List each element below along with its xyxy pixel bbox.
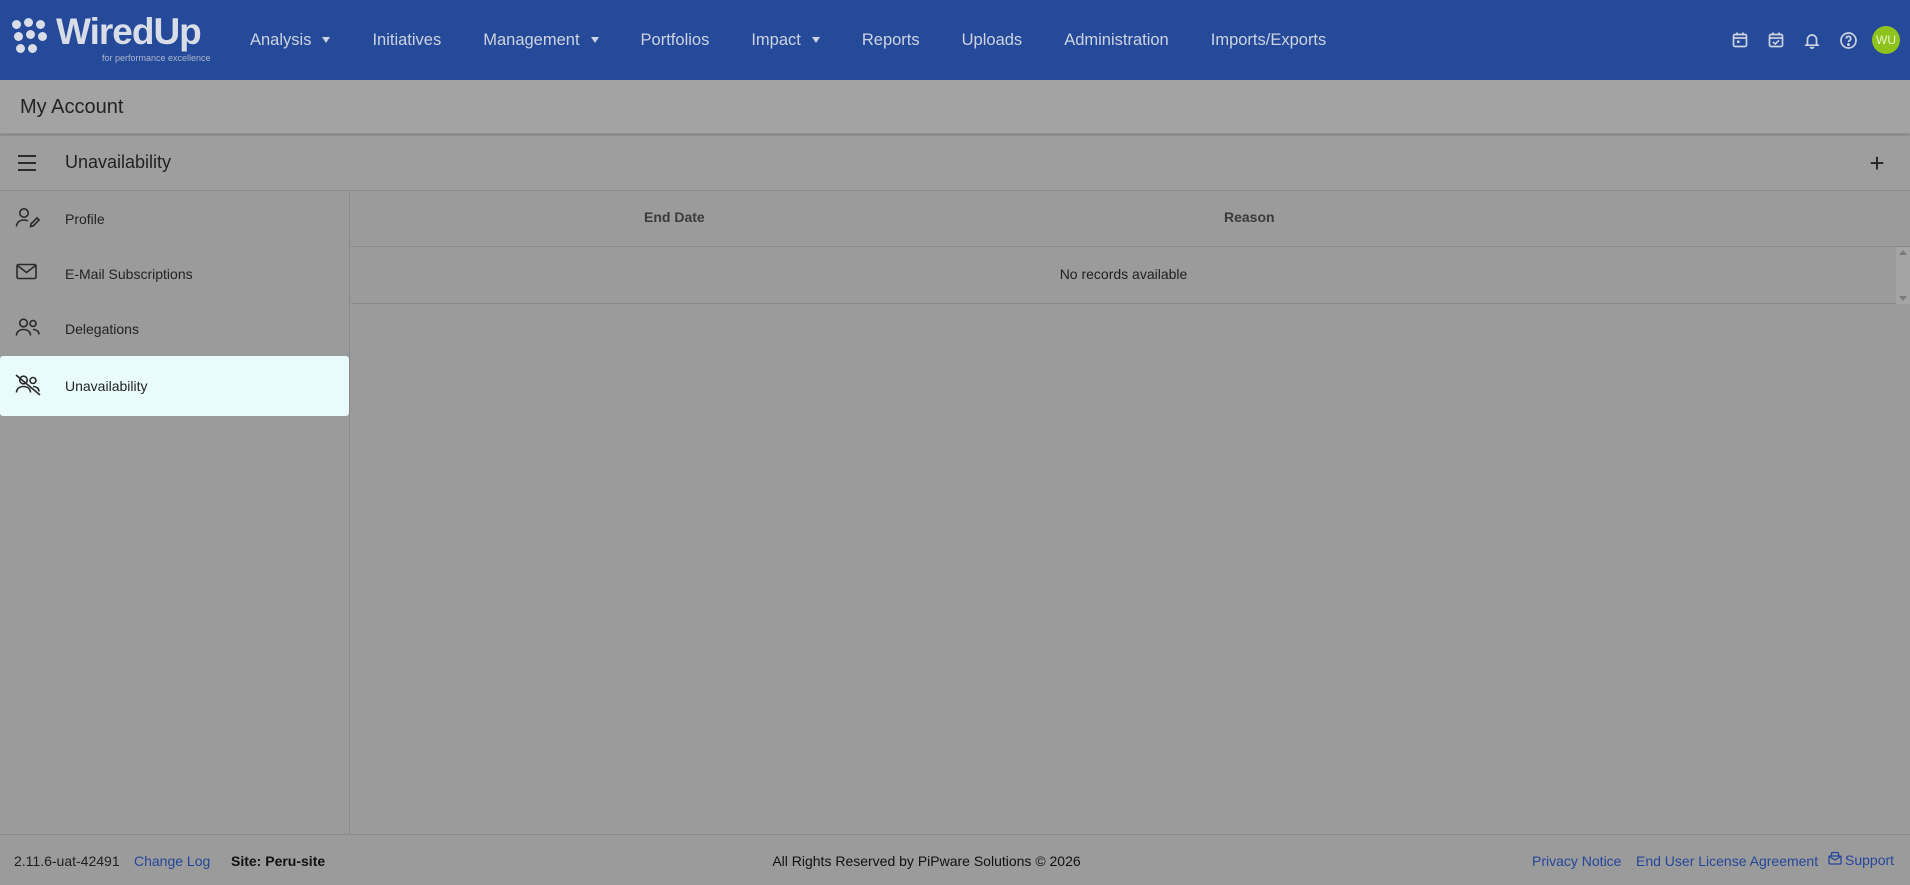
page-header: My Account bbox=[0, 80, 1910, 134]
top-icons: WU bbox=[1722, 0, 1910, 80]
support-icon bbox=[1828, 851, 1842, 868]
mail-icon bbox=[15, 262, 39, 286]
caret-down-icon bbox=[811, 37, 820, 43]
footer: 2.11.6-uat-42491 Change Log Site: Peru-s… bbox=[0, 834, 1910, 885]
logo-text: WiredUp bbox=[56, 11, 202, 52]
nav-imports-exports[interactable]: Imports/Exports bbox=[1190, 0, 1348, 80]
add-button[interactable]: + bbox=[1862, 148, 1892, 178]
nav-management[interactable]: Management bbox=[462, 0, 619, 80]
hamburger-menu-icon[interactable] bbox=[14, 150, 40, 176]
section-toolbar: Unavailability + bbox=[0, 136, 1910, 191]
bell-icon[interactable] bbox=[1794, 22, 1830, 58]
unavailability-grid: End Date Reason No records available bbox=[351, 191, 1910, 834]
sidebar-item-profile[interactable]: Profile bbox=[0, 191, 349, 246]
nav-administration[interactable]: Administration bbox=[1043, 0, 1190, 80]
nav-analysis[interactable]: Analysis bbox=[229, 0, 351, 80]
caret-down-icon bbox=[322, 37, 331, 43]
avatar[interactable]: WU bbox=[1872, 26, 1900, 54]
sidebar-item-label: E-Mail Subscriptions bbox=[65, 265, 193, 282]
logo-dots-icon bbox=[12, 18, 52, 58]
account-sidebar: Profile E-Mail Subscriptions Delegations… bbox=[0, 191, 350, 834]
caret-down-icon bbox=[590, 37, 599, 43]
section-title: Unavailability bbox=[65, 152, 172, 172]
sidebar-item-label: Unavailability bbox=[65, 378, 148, 394]
page-title: My Account bbox=[20, 96, 124, 118]
sidebar-item-unavailability[interactable]: Unavailability bbox=[0, 356, 349, 416]
wiredup-logo[interactable]: WiredUp for performance excellence bbox=[12, 11, 217, 66]
privacy-notice-link[interactable]: Privacy Notice bbox=[1532, 853, 1621, 869]
sidebar-item-email-subscriptions[interactable]: E-Mail Subscriptions bbox=[0, 246, 349, 301]
nav-uploads[interactable]: Uploads bbox=[941, 0, 1044, 80]
grid-body: No records available bbox=[351, 247, 1910, 304]
calendar-check-icon[interactable] bbox=[1758, 22, 1794, 58]
sidebar-item-label: Profile bbox=[65, 210, 105, 227]
main-nav: Analysis Initiatives Management Portfoli… bbox=[229, 0, 1347, 80]
nav-portfolios[interactable]: Portfolios bbox=[620, 0, 731, 80]
column-header-end-date[interactable]: End Date bbox=[644, 209, 705, 225]
scroll-down-icon[interactable] bbox=[1899, 296, 1907, 301]
nav-impact[interactable]: Impact bbox=[730, 0, 841, 80]
scroll-up-icon[interactable] bbox=[1899, 250, 1907, 255]
grid-header: End Date Reason bbox=[351, 191, 1910, 247]
column-header-reason[interactable]: Reason bbox=[1224, 209, 1275, 225]
users-icon bbox=[15, 317, 40, 341]
nav-reports[interactable]: Reports bbox=[841, 0, 941, 80]
calendar-icon[interactable] bbox=[1722, 22, 1758, 58]
help-icon[interactable] bbox=[1830, 22, 1866, 58]
top-navigation-bar: WiredUp for performance excellence Analy… bbox=[0, 0, 1910, 80]
user-edit-icon bbox=[15, 207, 41, 231]
no-records-message: No records available bbox=[1059, 266, 1188, 282]
sidebar-item-delegations[interactable]: Delegations bbox=[0, 301, 349, 356]
nav-initiatives[interactable]: Initiatives bbox=[351, 0, 462, 80]
vertical-scrollbar[interactable] bbox=[1896, 247, 1910, 304]
sidebar-item-label: Delegations bbox=[65, 320, 139, 337]
eula-link[interactable]: End User License Agreement bbox=[1636, 853, 1818, 869]
users-off-icon bbox=[15, 374, 41, 398]
logo-tagline: for performance excellence bbox=[102, 53, 211, 63]
support-link[interactable]: Support bbox=[1828, 851, 1894, 868]
